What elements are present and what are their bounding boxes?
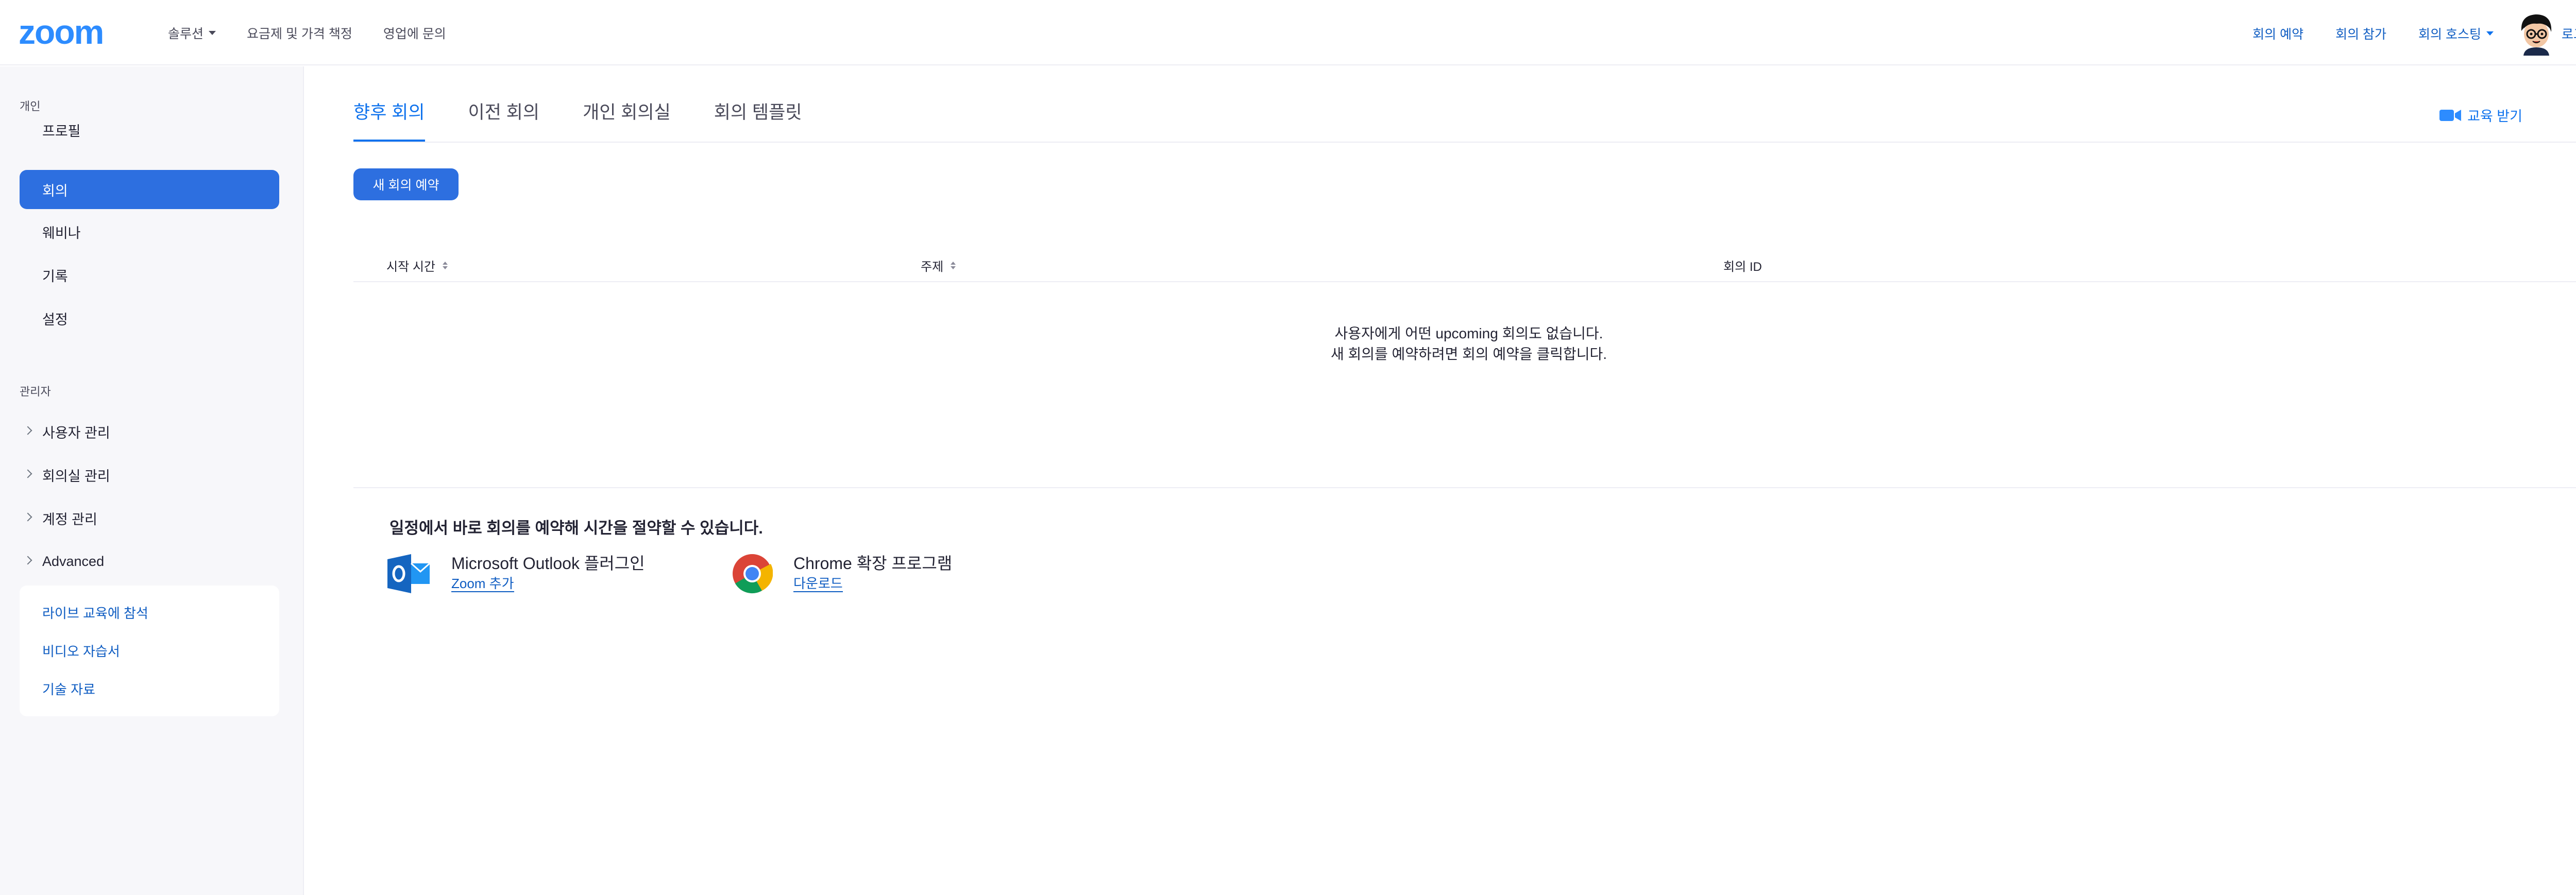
nav-solutions[interactable]: 솔루션	[168, 24, 216, 42]
sidebar-item-webinars[interactable]: 웨비나	[20, 212, 279, 251]
outlook-promo-text: Microsoft Outlook 플러그인 Zoom 추가	[451, 553, 645, 592]
empty-state-line-2: 새 회의를 예약하려면 회의 예약을 클릭합니다.	[1330, 346, 1607, 362]
sidebar-item-profile[interactable]: 프로필	[20, 110, 279, 149]
chrome-extension-promo: Chrome 확장 프로그램 다운로드	[732, 553, 952, 597]
help-links-card: 라이브 교육에 참석 비디오 자습서 기술 자료	[20, 586, 279, 716]
sidebar-item-advanced[interactable]: Advanced	[20, 542, 279, 581]
section-divider	[353, 487, 2576, 488]
sidebar-item-meetings[interactable]: 회의	[20, 170, 279, 209]
tab-personal-room[interactable]: 개인 회의실	[583, 98, 671, 142]
schedule-new-meeting-button[interactable]: 새 회의 예약	[353, 168, 459, 200]
sidebar-item-account-management[interactable]: 계정 관리	[20, 498, 279, 538]
nav-pricing[interactable]: 요금제 및 가격 책정	[247, 24, 352, 42]
sidebar-item-settings[interactable]: 설정	[20, 299, 279, 338]
host-meeting-dropdown[interactable]: 회의 호스팅	[2418, 24, 2494, 43]
knowledge-base-link[interactable]: 기술 자료	[42, 679, 95, 698]
get-training-button[interactable]: 교육 받기	[2439, 105, 2522, 125]
meetings-table-header: 시작 시간 주제 회의 ID	[353, 252, 2576, 282]
meeting-tabs: 향후 회의 이전 회의 개인 회의실 회의 템플릿	[353, 98, 802, 142]
chevron-down-icon	[2486, 31, 2494, 36]
column-start-time[interactable]: 시작 시간	[386, 256, 448, 274]
nav-solutions-label: 솔루션	[168, 27, 204, 41]
top-nav-left: 솔루션 요금제 및 가격 책정 영업에 문의	[168, 24, 446, 42]
column-meeting-id-label: 회의 ID	[1723, 260, 1762, 274]
sidebar-item-label: Advanced	[42, 553, 105, 569]
sidebar-item-label: 설정	[42, 312, 68, 328]
sidebar-item-recordings[interactable]: 기록	[20, 255, 279, 295]
video-camera-icon	[2439, 109, 2462, 122]
chevron-right-icon	[23, 556, 32, 565]
sidebar-item-label: 프로필	[42, 123, 81, 139]
host-meeting-label: 회의 호스팅	[2418, 27, 2481, 42]
tab-upcoming[interactable]: 향후 회의	[353, 98, 425, 142]
sidebar-item-room-management[interactable]: 회의실 관리	[20, 455, 279, 494]
tabs-divider	[353, 142, 2576, 143]
tab-templates[interactable]: 회의 템플릿	[714, 98, 802, 142]
chrome-extension-name: Chrome 확장 프로그램	[793, 554, 953, 573]
sidebar-item-label: 계정 관리	[42, 511, 97, 527]
top-nav-right: 회의 예약 회의 참가 회의 호스팅 로그아웃	[2221, 11, 2576, 56]
download-link[interactable]: 다운로드	[793, 576, 843, 592]
get-training-label: 교육 받기	[2467, 109, 2522, 124]
sidebar-item-user-management[interactable]: 사용자 관리	[20, 412, 279, 451]
video-tutorials-link[interactable]: 비디오 자습서	[42, 641, 120, 660]
sidebar-item-label: 사용자 관리	[42, 425, 110, 441]
sort-icon	[951, 262, 956, 269]
sidebar-item-label: 회의	[42, 183, 68, 199]
live-training-link[interactable]: 라이브 교육에 참석	[42, 603, 148, 622]
schedule-meeting-link[interactable]: 회의 예약	[2252, 24, 2303, 43]
top-navigation-bar: zoom 솔루션 요금제 및 가격 책정 영업에 문의 회의 예약 회의 참가 …	[0, 0, 2576, 65]
avatar[interactable]	[2516, 11, 2556, 56]
avatar-illustration	[2521, 14, 2552, 56]
sidebar-item-label: 웨비나	[42, 225, 81, 241]
tab-previous[interactable]: 이전 회의	[468, 98, 540, 142]
sidebar-item-label: 기록	[42, 268, 68, 284]
sidebar-item-label: 회의실 관리	[42, 468, 110, 484]
sort-icon	[443, 262, 448, 269]
chrome-icon	[732, 553, 773, 597]
nav-pricing-label: 요금제 및 가격 책정	[247, 27, 352, 41]
chevron-down-icon	[209, 31, 216, 35]
join-meeting-link[interactable]: 회의 참가	[2335, 24, 2386, 43]
outlook-plugin-promo: Microsoft Outlook 플러그인 Zoom 추가	[387, 553, 645, 597]
column-topic[interactable]: 주제	[921, 256, 956, 274]
chevron-right-icon	[23, 469, 32, 478]
outlook-icon	[387, 553, 431, 597]
column-topic-label: 주제	[921, 260, 944, 274]
zoom-logo[interactable]: zoom	[19, 15, 104, 49]
empty-state-line-1: 사용자에게 어떤 upcoming 회의도 없습니다.	[1334, 325, 1603, 341]
column-start-time-label: 시작 시간	[386, 260, 435, 274]
integrations-title: 일정에서 바로 회의를 예약해 시간을 절약할 수 있습니다.	[389, 519, 763, 537]
nav-contact-sales-label: 영업에 문의	[383, 27, 446, 41]
add-zoom-link[interactable]: Zoom 추가	[451, 576, 514, 592]
nav-contact-sales[interactable]: 영업에 문의	[383, 24, 446, 42]
column-meeting-id: 회의 ID	[1723, 256, 1762, 274]
admin-section-label: 관리자	[20, 385, 51, 398]
chevron-right-icon	[23, 512, 32, 522]
outlook-plugin-name: Microsoft Outlook 플러그인	[451, 554, 645, 573]
empty-state-message: 사용자에게 어떤 upcoming 회의도 없습니다. 새 회의를 예약하려면 …	[353, 323, 2576, 365]
logout-link[interactable]: 로그아웃	[2562, 24, 2576, 43]
sidebar: 개인 프로필 회의 웨비나 기록 설정 관리자 사용자 관리 회의실 관리 계정…	[0, 66, 304, 895]
chrome-promo-text: Chrome 확장 프로그램 다운로드	[793, 553, 952, 592]
chevron-right-icon	[23, 426, 32, 435]
